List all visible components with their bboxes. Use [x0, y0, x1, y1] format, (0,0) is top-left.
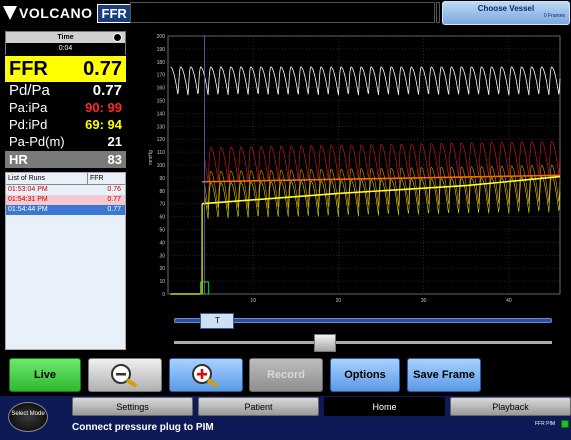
pim-status-led-icon: [561, 420, 569, 428]
pim-label: FFR PIM: [535, 421, 555, 427]
choose-vessel-button[interactable]: Choose Vessel 0 Frames: [442, 1, 570, 25]
y-tick-label: 170: [157, 73, 166, 79]
list-item[interactable]: 01:54:31 PM 0.77: [6, 195, 125, 205]
y-tick-label: 90: [159, 176, 165, 182]
metric-pd-ipd: Pd:iPd 69: 94: [5, 116, 126, 133]
metric-label: Pa-Pd(m): [9, 134, 65, 149]
playback-track: [174, 341, 552, 344]
y-tick-label: 60: [159, 215, 165, 221]
y-tick-label: 120: [157, 137, 166, 143]
metric-value: 0.77: [92, 82, 122, 99]
y-tick-label: 110: [157, 150, 165, 156]
choose-vessel-label: Choose Vessel: [477, 4, 535, 13]
run-time: 01:54:31 PM: [8, 196, 48, 203]
time-title: Time: [6, 32, 125, 43]
y-axis-label: mmHg: [148, 150, 154, 165]
tab-playback[interactable]: Playback: [450, 397, 571, 416]
metric-label: Pd/Pa: [9, 82, 50, 99]
list-item[interactable]: 01:53:04 PM 0.76: [6, 185, 125, 195]
volcano-logo: VOLCANO FFR: [3, 3, 132, 23]
live-button[interactable]: Live: [9, 358, 81, 392]
record-indicator-icon: [113, 33, 122, 42]
status-message: Connect pressure plug to PIM: [72, 422, 214, 433]
run-time: 01:54:44 PM: [8, 206, 48, 213]
y-tick-label: 40: [159, 240, 165, 246]
metric-value: 83: [107, 152, 122, 167]
metric-pa-pd-mean: Pa-Pd(m) 21: [5, 133, 126, 150]
playback-handle[interactable]: [314, 334, 336, 352]
run-ffr: 0.77: [107, 196, 121, 203]
list-item[interactable]: 01:54:44 PM 0.77: [6, 205, 125, 215]
zoom-in-button[interactable]: [169, 358, 243, 392]
y-tick-label: 190: [157, 47, 166, 53]
y-tick-label: 50: [159, 228, 165, 234]
time-value: 0:04: [6, 43, 125, 55]
runs-header-ffr: FFR: [90, 175, 104, 182]
metric-value: 90: 99: [85, 100, 122, 115]
runs-header-name: List of Runs: [6, 173, 88, 184]
ffr-value: 0.77: [83, 57, 122, 80]
run-ffr: 0.76: [107, 186, 121, 193]
zoom-out-button[interactable]: [88, 358, 162, 392]
y-tick-label: 80: [159, 189, 165, 195]
y-tick-label: 140: [157, 111, 166, 117]
metric-pa-ipa: Pa:iPa 90: 99: [5, 99, 126, 116]
x-tick-label: 20: [336, 298, 342, 304]
tab-patient[interactable]: Patient: [198, 397, 319, 416]
header-info-box-1: [130, 2, 435, 23]
time-window-handle[interactable]: T: [200, 313, 234, 329]
options-button[interactable]: Options: [330, 358, 400, 392]
y-tick-label: 200: [157, 34, 166, 40]
metric-label: Pa:iPa: [9, 100, 48, 115]
metric-hr: HR 83: [5, 151, 126, 168]
y-tick-label: 30: [159, 253, 165, 259]
y-tick-label: 10: [159, 279, 165, 285]
runs-header: List of Runs FFR: [6, 173, 125, 185]
metric-label: HR: [9, 152, 28, 167]
logo-triangle-icon: [3, 6, 17, 20]
y-tick-label: 180: [157, 60, 166, 66]
select-mode-button[interactable]: Select Mode: [8, 402, 48, 432]
playback-slider[interactable]: [174, 334, 552, 352]
runs-list[interactable]: List of Runs FFR 01:53:04 PM 0.76 01:54:…: [5, 172, 126, 350]
save-frame-button[interactable]: Save Frame: [407, 358, 481, 392]
metric-pdpa: Pd/Pa 0.77: [5, 82, 126, 99]
tab-home[interactable]: Home: [324, 397, 445, 416]
run-time: 01:53:04 PM: [8, 186, 48, 193]
y-tick-label: 100: [157, 163, 166, 169]
run-ffr: 0.77: [107, 206, 121, 213]
ffr-label: FFR: [9, 57, 48, 80]
y-tick-label: 150: [157, 99, 166, 105]
brand-name: VOLCANO: [19, 5, 93, 21]
header-bar: VOLCANO FFR Choose Vessel 0 Frames: [0, 0, 571, 26]
x-tick-label: 30: [421, 298, 427, 304]
y-tick-label: 0: [162, 292, 165, 298]
metric-value: 69: 94: [85, 117, 122, 132]
time-panel: Time 0:04: [5, 31, 126, 55]
x-tick-label: 40: [506, 298, 512, 304]
metric-value: 21: [107, 134, 122, 149]
y-tick-label: 160: [157, 86, 166, 92]
y-tick-label: 20: [159, 266, 165, 272]
x-tick-label: 10: [250, 298, 256, 304]
record-button[interactable]: Record: [249, 358, 323, 392]
zoom-out-icon: [111, 364, 138, 388]
ffr-readout: FFR 0.77: [5, 56, 126, 82]
frames-count: 0 Frames: [543, 13, 565, 19]
header-info-box-2: [436, 2, 440, 23]
y-tick-label: 130: [157, 124, 166, 130]
product-badge: FFR: [96, 3, 132, 23]
time-window-slider[interactable]: T: [174, 313, 552, 329]
y-tick-label: 70: [159, 202, 165, 208]
pressure-chart[interactable]: 0 10 20 30 40 50 60 70 80 90 100 110 120 130 140 150 160…: [130, 28, 570, 308]
slider-marker: T: [215, 316, 220, 325]
metric-label: Pd:iPd: [9, 117, 48, 132]
tab-settings[interactable]: Settings: [72, 397, 193, 416]
zoom-in-icon: [192, 364, 219, 388]
